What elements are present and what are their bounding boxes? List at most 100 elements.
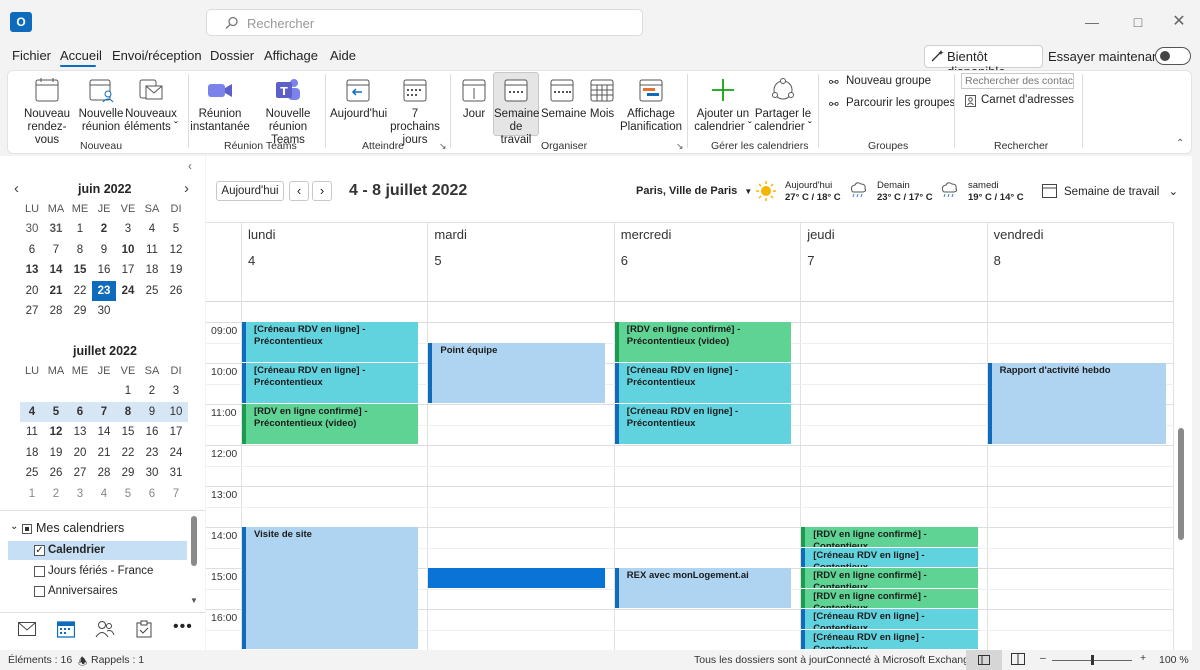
aujourdhui-ribbon-button[interactable]: Aujourd'hui <box>330 76 387 121</box>
mini-calendar-day[interactable]: 31 <box>44 219 68 240</box>
mini-calendar-day[interactable]: 14 <box>92 422 116 443</box>
calendar-event[interactable]: Rapport d'activité hebdo <box>987 363 1166 444</box>
nouveaux-elements-button[interactable]: Nouveaux éléments ˇ <box>124 76 178 134</box>
mini-calendar-day[interactable]: 10 <box>116 240 140 261</box>
group-checkbox[interactable] <box>22 524 32 534</box>
mini-calendar-day[interactable]: 12 <box>164 240 188 261</box>
mini-calendar-day[interactable]: 9 <box>92 240 116 261</box>
mini-calendar-day[interactable]: 8 <box>68 240 92 261</box>
mini-calendar-day[interactable]: 20 <box>20 281 44 302</box>
affichage-planification-button[interactable]: Affichage Planification <box>620 76 682 134</box>
mini-calendar-day[interactable]: 13 <box>68 422 92 443</box>
mini-calendar-day[interactable]: 16 <box>140 422 164 443</box>
calendar-event[interactable]: [Créneau RDV en ligne] - Précontentieux <box>614 404 792 444</box>
calendar-event[interactable]: [Créneau RDV en ligne] - Contentieux <box>801 629 978 649</box>
calendar-event[interactable]: [Créneau RDV en ligne] - Contentieux <box>801 547 978 567</box>
mini-calendar-day[interactable]: 6 <box>140 484 164 505</box>
calendar-list-item[interactable]: ✓ Calendrier <box>8 541 187 560</box>
zoom-slider-thumb[interactable] <box>1091 655 1094 665</box>
calendar-list-item[interactable]: Jours fériés - France <box>8 562 187 581</box>
vue-mois-button[interactable]: Mois <box>586 76 618 121</box>
calendar-event[interactable]: [Créneau RDV en ligne] - Précontentieux <box>242 322 419 362</box>
mini-calendar-day[interactable]: 2 <box>44 484 68 505</box>
prev-week-button[interactable]: ‹ <box>289 181 309 201</box>
calendar-checkbox[interactable] <box>34 586 45 597</box>
menu-affichage[interactable]: Affichage <box>264 48 318 63</box>
mini-calendar-day[interactable]: 14 <box>44 260 68 281</box>
nouveau-rendez-vous-button[interactable]: Nouveau rendez-vous <box>16 76 78 147</box>
mini-calendar-day[interactable]: 30 <box>140 463 164 484</box>
mini-calendar-day[interactable]: 8 <box>116 401 140 422</box>
calendar-event[interactable]: REX avec monLogement.ai <box>614 568 792 608</box>
zoom-in-button[interactable]: + <box>1140 652 1146 664</box>
bientot-disponible-button[interactable]: Bientôt disponible <box>924 45 1043 79</box>
mini-calendar-day[interactable]: 11 <box>140 240 164 261</box>
mes-calendriers-header[interactable]: Mes calendriers <box>36 521 124 535</box>
next-week-button[interactable]: › <box>312 181 332 201</box>
collapse-ribbon-icon[interactable]: ⌃ <box>1176 138 1184 149</box>
mini-calendar-day[interactable]: 26 <box>44 463 68 484</box>
close-button[interactable]: ✕ <box>1164 8 1194 36</box>
calendar-checkbox[interactable] <box>34 565 45 577</box>
mini-calendar-day[interactable]: 25 <box>20 463 44 484</box>
mini-calendar-day[interactable]: 1 <box>68 219 92 240</box>
mini-calendar-day[interactable]: 10 <box>164 401 188 422</box>
calendar-event[interactable] <box>428 568 605 588</box>
day-header[interactable]: vendredi 8 <box>986 223 1173 303</box>
mini-calendar-day[interactable]: 23 <box>92 280 116 301</box>
mini-calendar-day[interactable]: 13 <box>20 260 44 281</box>
menu-fichier[interactable]: Fichier <box>12 48 51 63</box>
mini-calendar-day[interactable]: 28 <box>44 301 68 322</box>
vue-semaine-travail-button[interactable]: Semaine de travail <box>493 72 539 146</box>
carnet-adresses-button[interactable]: Carnet d'adresses <box>965 94 1074 107</box>
day-header[interactable]: mercredi 6 <box>613 223 800 303</box>
vue-jour-button[interactable]: Jour <box>456 76 492 121</box>
menu-envoi-reception[interactable]: Envoi/réception <box>112 48 202 63</box>
calendar-event[interactable]: [RDV en ligne confirmé] - Contentieux <box>801 588 978 608</box>
mini-calendar-day[interactable]: 17 <box>116 260 140 281</box>
mini-calendar-day[interactable]: 24 <box>116 281 140 302</box>
calendar-checkbox[interactable]: ✓ <box>34 545 45 556</box>
mini-calendar-day[interactable]: 5 <box>44 401 68 422</box>
mini-calendar-day[interactable]: 7 <box>164 484 188 505</box>
mini-calendar-day[interactable]: 4 <box>140 219 164 240</box>
normal-view-button[interactable] <box>966 650 1002 670</box>
calendar-list-item[interactable]: Anniversaires <box>8 582 187 601</box>
dialog-launcher-icon[interactable]: ↘ <box>676 141 684 152</box>
menu-dossier[interactable]: Dossier <box>210 48 254 63</box>
mini-calendar-day[interactable]: 5 <box>164 219 188 240</box>
mini-calendar-day[interactable]: 20 <box>68 443 92 464</box>
zoom-out-button[interactable]: – <box>1040 652 1046 664</box>
mini-calendar-day[interactable]: 21 <box>44 281 68 302</box>
mini-calendar-day[interactable]: 1 <box>20 484 44 505</box>
more-icon[interactable]: ••• <box>173 618 193 636</box>
mini-calendar-day[interactable]: 3 <box>116 219 140 240</box>
next-month-icon[interactable]: › <box>184 180 189 197</box>
mini-calendar-day[interactable]: 2 <box>92 219 116 240</box>
mini-calendar-day[interactable]: 6 <box>68 401 92 422</box>
mini-calendar-day[interactable]: 7 <box>92 401 116 422</box>
people-icon[interactable] <box>95 620 115 638</box>
maximize-button[interactable]: □ <box>1123 8 1153 36</box>
mini-calendar-day[interactable]: 3 <box>164 381 188 402</box>
mini-calendar-day[interactable]: 29 <box>68 301 92 322</box>
calendar-event[interactable]: [RDV en ligne confirmé] - Précontentieux… <box>614 322 792 362</box>
mini-calendar-day[interactable]: 2 <box>140 381 164 402</box>
calendar-nav-icon[interactable] <box>57 620 75 638</box>
calendar-scrollbar[interactable] <box>1178 428 1184 540</box>
mini-calendar-day[interactable]: 30 <box>20 219 44 240</box>
mini-calendar-day[interactable]: 12 <box>44 422 68 443</box>
nouvelle-reunion-button[interactable]: Nouvelle réunion <box>78 76 124 134</box>
mini-calendar-day[interactable]: 22 <box>116 443 140 464</box>
calendar-event[interactable]: Point équipe <box>428 342 605 403</box>
reunion-instantanee-button[interactable]: Réunion instantanée <box>190 76 250 134</box>
calendar-event[interactable]: [RDV en ligne confirmé] - Précontentieux… <box>242 404 419 444</box>
mini-calendar-day[interactable]: 27 <box>20 301 44 322</box>
mini-calendar-day[interactable]: 3 <box>68 484 92 505</box>
day-header[interactable]: lundi 4 <box>241 223 427 303</box>
menu-aide[interactable]: Aide <box>330 48 356 63</box>
day-header[interactable]: jeudi 7 <box>800 223 986 303</box>
calendar-event[interactable]: Visite de site <box>242 527 419 649</box>
minimize-button[interactable]: — <box>1077 8 1107 36</box>
calendar-event[interactable]: [Créneau RDV en ligne] - Précontentieux <box>242 363 419 403</box>
